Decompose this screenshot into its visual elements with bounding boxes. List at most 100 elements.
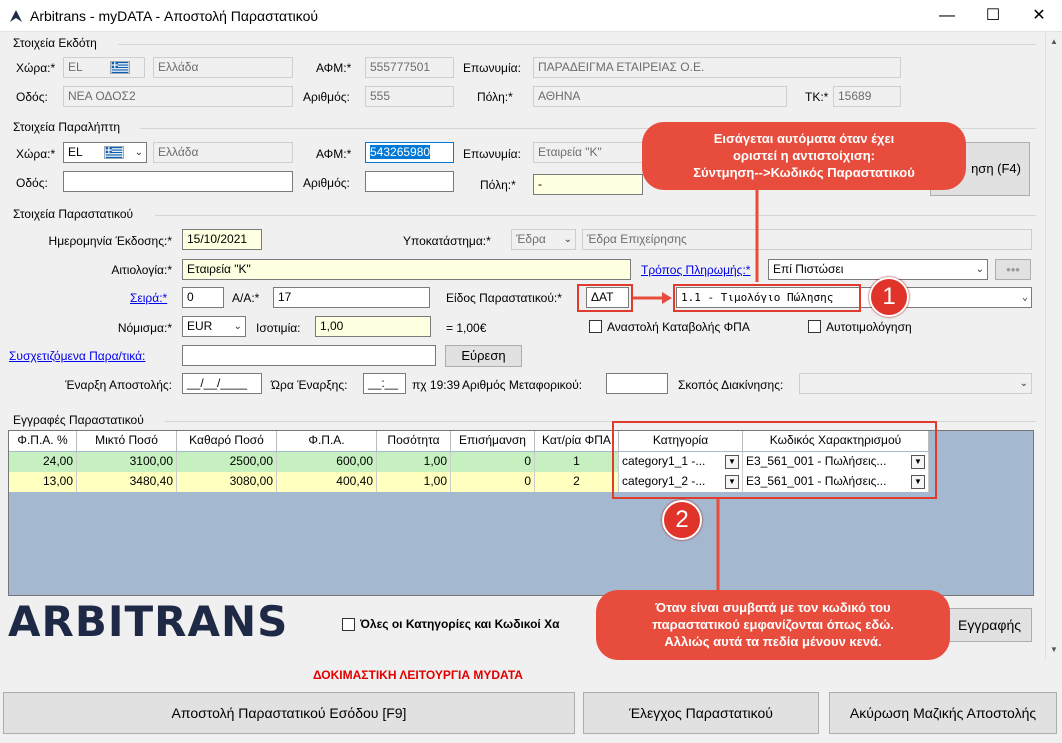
chevron-down-icon[interactable]: ⌄ [1022, 290, 1028, 305]
chevron-down-icon[interactable]: ⌄ [564, 232, 572, 247]
arbitrans-logo: ARBITRANS [8, 597, 289, 646]
highlight-type-code [577, 284, 633, 312]
cell-net[interactable]: 2500,00 [177, 452, 277, 472]
cell-vat-category[interactable]: 1 [535, 452, 619, 472]
issuer-city-field: ΑΘΗΝΑ [533, 86, 787, 107]
vat-suspend-checkbox[interactable] [589, 320, 602, 333]
recipient-country-code-text: EL [68, 145, 83, 159]
payment-method-link[interactable]: Τρόπος Πληρωμής:* [641, 263, 750, 277]
recipient-afm-label: ΑΦΜ:* [316, 147, 352, 161]
aa-input[interactable]: 17 [273, 287, 430, 308]
issuer-divider [118, 44, 1036, 45]
document-divider [155, 215, 1036, 216]
recipient-country-select[interactable]: EL ⌄ [63, 142, 147, 163]
start-date-label: Έναρξη Αποστολής: [65, 378, 172, 392]
rate-result: = 1,00€ [446, 321, 487, 335]
recipient-afm-input[interactable]: 543265980 [365, 142, 454, 163]
chevron-down-icon[interactable]: ⌄ [234, 319, 242, 334]
branch-description: Έδρα Επιχείρησης [582, 229, 1032, 250]
col-header[interactable]: Επισήμανση [451, 431, 535, 451]
cell-gross[interactable]: 3100,00 [77, 452, 177, 472]
scroll-down-icon[interactable]: ▼ [1050, 645, 1058, 654]
cell-gross[interactable]: 3480,40 [77, 472, 177, 492]
cell-net[interactable]: 3080,00 [177, 472, 277, 492]
col-header[interactable]: Ποσότητα [377, 431, 451, 451]
callout-top-line: Εισάγεται αυτόματα όταν έχει [713, 131, 895, 146]
related-docs-input[interactable] [182, 345, 436, 366]
cell-quantity[interactable]: 1,00 [377, 452, 451, 472]
callout-top-line: οριστεί η αντιστοίχιση: [732, 148, 876, 163]
document-section-title: Στοιχεία Παραστατικού [13, 207, 134, 221]
vertical-scrollbar[interactable]: ▲ ▼ [1045, 33, 1062, 659]
close-button[interactable]: ✕ [1016, 0, 1062, 32]
check-document-button[interactable]: Έλεγχος Παραστατικού [583, 692, 819, 734]
col-header[interactable]: Φ.Π.Α. % [9, 431, 77, 451]
find-button[interactable]: Εύρεση [445, 345, 522, 367]
purpose-label: Σκοπός Διακίνησης: [678, 378, 784, 392]
issuer-country-name: Ελλάδα [153, 57, 293, 78]
record-button[interactable]: Εγγραφής [940, 608, 1032, 642]
cell-vat-percent[interactable]: 13,00 [9, 472, 77, 492]
title-bar: Arbitrans - myDATA - Αποστολή Παραστατικ… [0, 0, 1062, 32]
cancel-bulk-send-button[interactable]: Ακύρωση Μαζικής Αποστολής [829, 692, 1057, 734]
issuer-street-label: Οδός: [16, 90, 48, 104]
branch-select[interactable]: Έδρα ⌄ [511, 229, 576, 250]
scroll-up-icon[interactable]: ▲ [1050, 37, 1058, 46]
col-header[interactable]: Φ.Π.Α. [277, 431, 377, 451]
recipient-street-input[interactable] [63, 171, 293, 192]
self-invoice-checkbox[interactable] [808, 320, 821, 333]
callout-bottom-line: Όταν είναι συμβατά με τον κωδικό του [655, 600, 891, 615]
cell-mark[interactable]: 0 [451, 472, 535, 492]
chevron-down-icon[interactable]: ⌄ [135, 145, 143, 160]
start-date-input[interactable]: __/__/____ [182, 373, 262, 394]
cell-mark[interactable]: 0 [451, 452, 535, 472]
rate-input[interactable]: 1,00 [315, 316, 431, 337]
recipient-section-title: Στοιχεία Παραλήπτη [13, 120, 121, 134]
purpose-select[interactable]: ⌄ [799, 373, 1032, 394]
series-link[interactable]: Σειρά:* [130, 291, 167, 305]
recipient-number-input[interactable] [365, 171, 454, 192]
vehicle-input[interactable] [606, 373, 668, 394]
branch-select-value: Έδρα [516, 232, 546, 246]
callout-top: Εισάγεται αυτόματα όταν έχει οριστεί η α… [642, 122, 966, 190]
issuer-afm-label: ΑΦΜ:* [316, 61, 352, 75]
send-document-button[interactable]: Αποστολή Παραστατικού Εσόδου [F9] [3, 692, 575, 734]
reason-input[interactable]: Εταιρεία "Κ" [182, 259, 631, 280]
currency-label: Νόμισμα:* [117, 321, 172, 335]
payment-more-button[interactable]: ••• [995, 259, 1031, 280]
recipient-city-input[interactable]: - [533, 174, 643, 195]
col-header[interactable]: Καθαρό Ποσό [177, 431, 277, 451]
issuer-city-label: Πόλη:* [477, 90, 513, 104]
cell-vat-percent[interactable]: 24,00 [9, 452, 77, 472]
issuer-country-code-text: EL [68, 60, 83, 74]
related-docs-link[interactable]: Συσχετιζόμενα Παρα/τικά: [9, 349, 145, 363]
maximize-button[interactable]: ☐ [970, 0, 1016, 32]
callout-top-line: Σύντμηση-->Κωδικός Παραστατικού [693, 165, 915, 180]
aa-label: Α/Α:* [232, 291, 260, 305]
chevron-down-icon[interactable]: ⌄ [976, 262, 984, 277]
col-header[interactable]: Κατ/ρία ΦΠΑ [535, 431, 619, 451]
start-time-input[interactable]: __:__ [363, 373, 406, 394]
table-row[interactable]: 24,00 3100,00 2500,00 600,00 1,00 0 1 [9, 452, 619, 472]
cell-quantity[interactable]: 1,00 [377, 472, 451, 492]
series-input[interactable]: 0 [182, 287, 224, 308]
cell-vat-category[interactable]: 2 [535, 472, 619, 492]
payment-method-select[interactable]: Επί Πιστώσει ⌄ [768, 259, 988, 280]
reason-label: Αιτιολογία:* [111, 263, 172, 277]
recipient-afm-selected-text: 543265980 [370, 145, 431, 159]
arrow-head [662, 292, 672, 304]
all-categories-checkbox[interactable] [342, 618, 355, 631]
minimize-button[interactable]: — [924, 0, 970, 32]
highlight-category-columns [612, 421, 937, 499]
currency-select[interactable]: EUR ⌄ [182, 316, 246, 337]
cell-vat[interactable]: 400,40 [277, 472, 377, 492]
issuer-number-label: Αριθμός: [303, 90, 350, 104]
issue-date-input[interactable]: 15/10/2021 [182, 229, 262, 250]
cell-vat[interactable]: 600,00 [277, 452, 377, 472]
table-row[interactable]: 13,00 3480,40 3080,00 400,40 1,00 0 2 [9, 472, 619, 492]
badge-1: 1 [869, 277, 909, 317]
issuer-name-field: ΠΑΡΑΔΕΙΓΜΑ ΕΤΑΙΡΕΙΑΣ Ο.Ε. [533, 57, 901, 78]
recipient-country-name: Ελλάδα [153, 142, 293, 163]
chevron-down-icon[interactable]: ⌄ [1020, 376, 1028, 391]
col-header[interactable]: Μικτό Ποσό [77, 431, 177, 451]
